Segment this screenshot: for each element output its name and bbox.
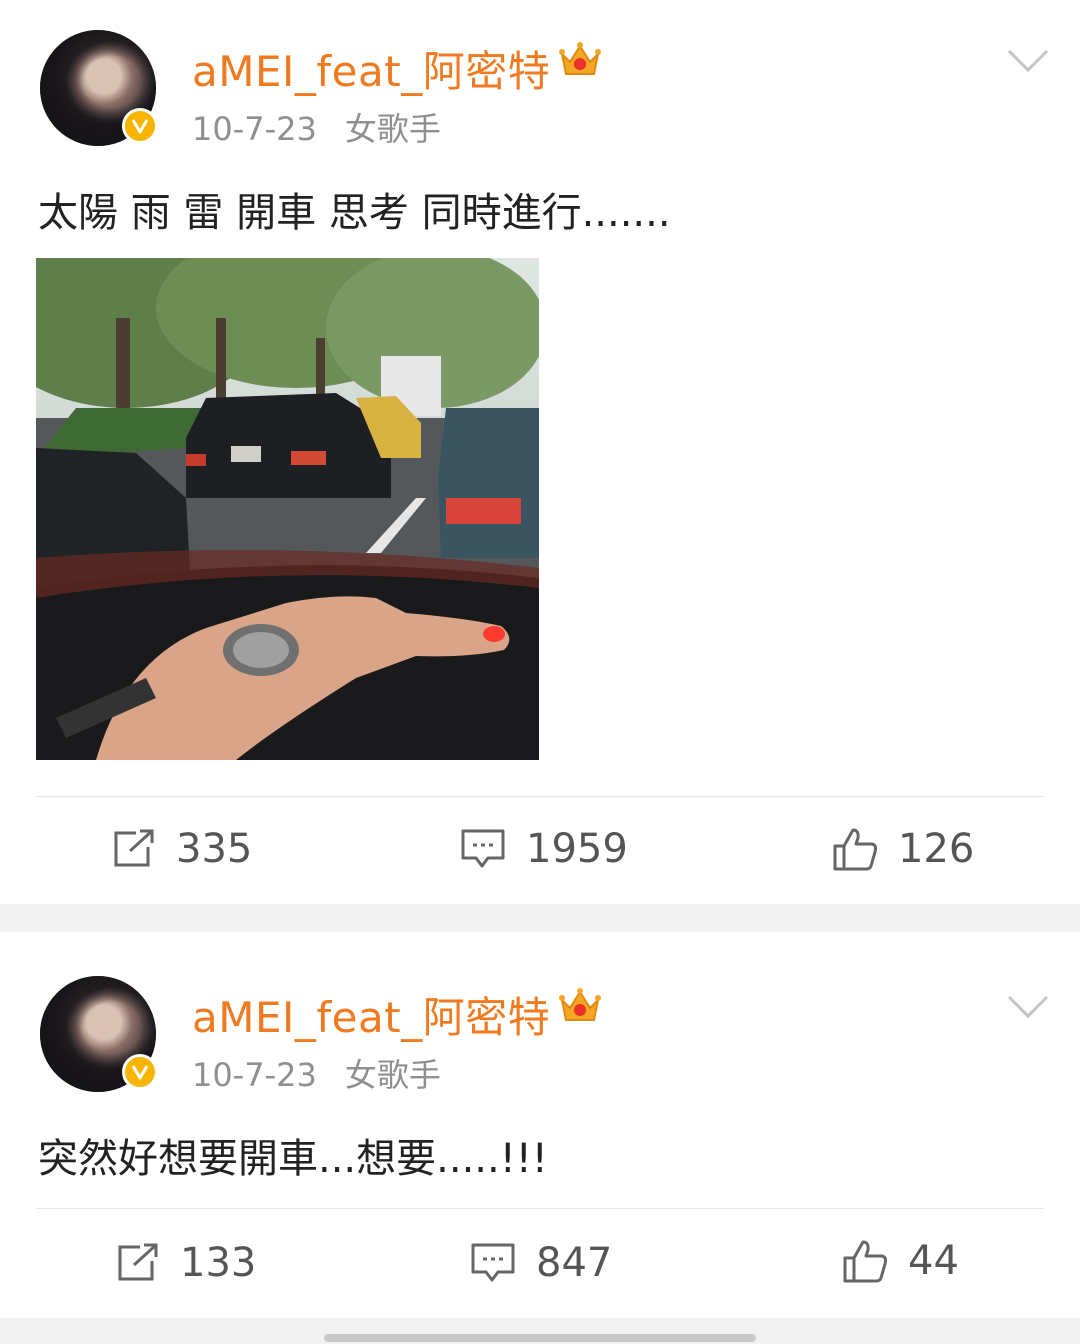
comment-count: 1959 xyxy=(526,826,628,872)
avatar[interactable] xyxy=(40,976,158,1092)
weibo-post-2: aMEI_feat_阿密特 10-7-23 女歌手 突然好想要開車...想要...… xyxy=(0,932,1080,1318)
verified-icon xyxy=(122,1054,158,1090)
like-icon xyxy=(833,828,878,871)
repost-count: 335 xyxy=(176,826,253,872)
like-count: 126 xyxy=(898,826,975,872)
chevron-down-icon[interactable] xyxy=(1006,994,1050,1020)
crown-icon xyxy=(559,988,601,1021)
chevron-down-icon[interactable] xyxy=(1006,48,1050,74)
divider xyxy=(36,796,1044,797)
home-indicator[interactable] xyxy=(324,1334,756,1342)
verified-icon xyxy=(122,108,158,144)
repost-count: 133 xyxy=(180,1240,257,1286)
repost-icon xyxy=(118,1243,158,1281)
like-count: 44 xyxy=(908,1238,959,1284)
post-meta: 10-7-23 女歌手 xyxy=(192,1050,441,1096)
username[interactable]: aMEI_feat_阿密特 xyxy=(192,38,550,99)
avatar[interactable] xyxy=(40,30,158,146)
like-button[interactable]: 44 xyxy=(842,1238,959,1284)
comment-button[interactable]: 1959 xyxy=(460,826,628,872)
comment-icon xyxy=(461,829,505,868)
post-separator xyxy=(0,904,1080,932)
repost-button[interactable]: 133 xyxy=(116,1240,256,1286)
post-date: 10-7-23 xyxy=(192,1056,317,1094)
repost-button[interactable]: 335 xyxy=(112,826,252,872)
post-meta: 10-7-23 女歌手 xyxy=(192,104,441,150)
post-date: 10-7-23 xyxy=(192,110,317,148)
post-text: 突然好想要開車...想要.....!!! xyxy=(38,1136,548,1182)
post-text: 太陽 雨 雷 開車 思考 同時進行....... xyxy=(38,190,671,236)
crown-icon xyxy=(559,42,601,75)
weibo-post-1: aMEI_feat_阿密特 10-7-23 女歌手 太陽 雨 雷 開車 思考 同時… xyxy=(0,0,1080,904)
divider xyxy=(36,1208,1044,1209)
comment-icon xyxy=(471,1243,515,1282)
repost-icon xyxy=(114,829,154,867)
like-button[interactable]: 126 xyxy=(832,826,974,872)
like-icon xyxy=(843,1240,888,1283)
username[interactable]: aMEI_feat_阿密特 xyxy=(192,984,550,1045)
comment-button[interactable]: 847 xyxy=(470,1240,612,1286)
traffic-photo-image xyxy=(36,258,539,760)
user-tag: 女歌手 xyxy=(344,110,441,148)
post-photo[interactable] xyxy=(36,258,539,760)
comment-count: 847 xyxy=(536,1240,613,1286)
user-tag: 女歌手 xyxy=(344,1056,441,1094)
